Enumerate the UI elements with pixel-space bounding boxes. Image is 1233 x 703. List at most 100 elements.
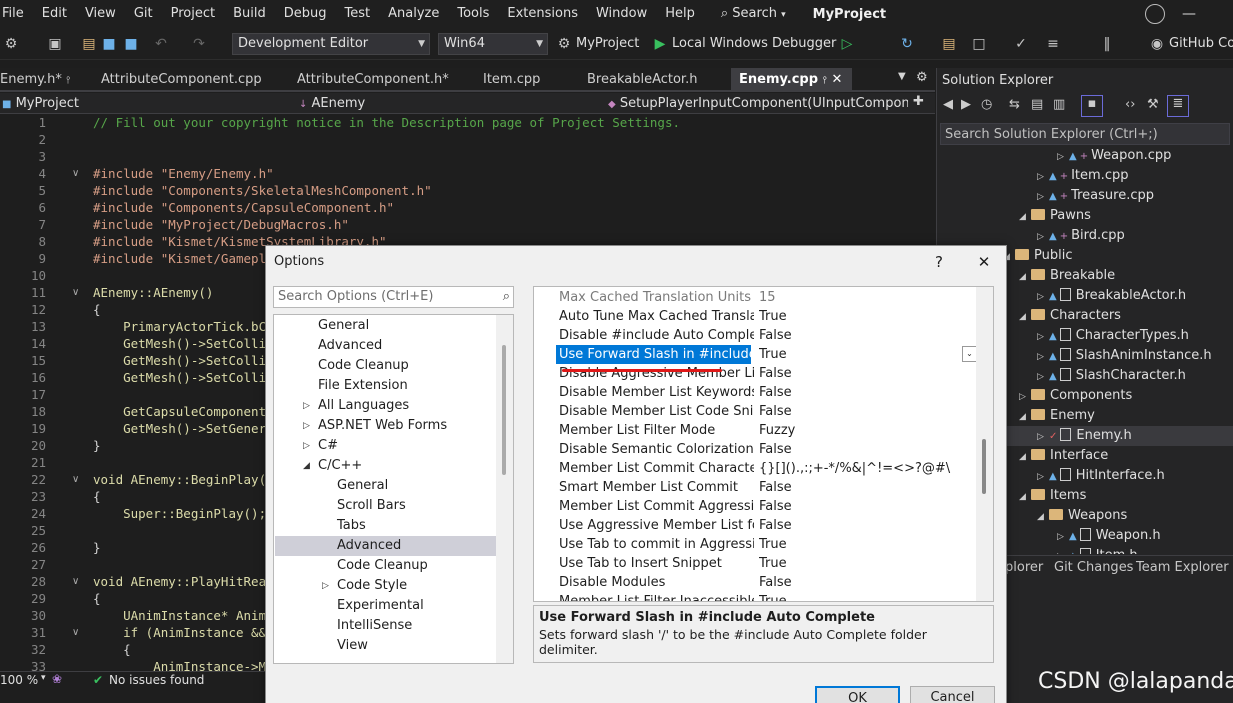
code-line[interactable]: UAnimInstance* Anim (93, 608, 266, 623)
expand-icon[interactable]: ▷ (1037, 467, 1049, 487)
code-line[interactable]: if (AnimInstance && (93, 625, 266, 640)
wrench-icon[interactable]: ⚒ (1147, 97, 1159, 112)
options-tree-item[interactable]: View (275, 636, 496, 656)
options-tree-item[interactable]: Experimental (275, 596, 496, 616)
save-all-icon[interactable]: ■ (122, 35, 140, 53)
grid-scrollbar[interactable] (976, 287, 993, 601)
collapse-icon[interactable]: ◢ (1019, 307, 1031, 327)
help-button[interactable]: ? (927, 250, 951, 274)
code-line[interactable]: #include "Kismet/Gamepl (93, 251, 266, 266)
member-dropdown[interactable]: ◆ SetupPlayerInputComponent(UInputCompon… (608, 93, 908, 114)
property-row[interactable]: Member List Commit Aggressive False (534, 497, 977, 516)
bracket-icon[interactable]: ‖ (1098, 35, 1116, 53)
menu-git[interactable]: Git (125, 0, 162, 28)
expand-icon[interactable]: ▷ (303, 436, 310, 456)
tab-team-explorer[interactable]: Team Explorer (1136, 556, 1229, 580)
options-tree-item[interactable]: ▷ Code Style (275, 576, 496, 596)
menu-help[interactable]: Help (656, 0, 704, 28)
filter-icon[interactable]: ▪ (1081, 95, 1103, 117)
fold-toggle-icon[interactable]: ∨ (72, 168, 79, 179)
property-row[interactable]: Disable Modules False (534, 573, 977, 592)
forward-icon[interactable]: ▶ (961, 97, 971, 112)
code-line[interactable]: void AEnemy::PlayHitRea (93, 574, 266, 589)
pin-icon[interactable]: ⫯ (66, 75, 70, 86)
redo-icon[interactable]: ↷ (190, 35, 208, 53)
options-tree-item[interactable]: File Extension (275, 376, 496, 396)
code-line[interactable]: // Fill out your copyright notice in the… (93, 115, 680, 130)
code-line[interactable]: #include "Components/SkeletalMeshCompone… (93, 183, 432, 198)
code-line[interactable]: #include "Components/CapsuleComponent.h" (93, 200, 394, 215)
tab-attributecomponent-h[interactable]: AttributeComponent.h* (289, 68, 457, 92)
back-icon[interactable]: ◀ (943, 97, 953, 112)
menu-project[interactable]: Project (162, 0, 224, 28)
project-dropdown[interactable]: ■ MyProject (2, 93, 292, 114)
expand-icon[interactable]: ▷ (1037, 327, 1049, 347)
options-tree-item[interactable]: Tabs (275, 516, 496, 536)
property-row[interactable]: Disable Member List Keywords False (534, 383, 977, 402)
tree-scrollbar[interactable] (496, 315, 513, 663)
property-row[interactable]: Disable Semantic Colorization False (534, 440, 977, 459)
collapse-icon[interactable]: ◢ (1019, 267, 1031, 287)
property-value[interactable]: False (759, 326, 969, 345)
tab-enemy-cpp[interactable]: Enemy.cpp ⫯ ✕ (731, 68, 852, 92)
play-icon[interactable]: ▶ (651, 35, 669, 53)
fold-toggle-icon[interactable]: ∨ (72, 474, 79, 485)
undo-icon[interactable]: ↶ (152, 35, 170, 53)
property-value[interactable]: True (759, 554, 969, 573)
tree-item[interactable]: ▷ ▲ + Weapon.cpp (937, 146, 1233, 166)
expand-icon[interactable]: ▷ (1019, 387, 1031, 407)
options-tree-item[interactable]: Scroll Bars (275, 496, 496, 516)
tab-breakableactor-h[interactable]: BreakableActor.h (579, 68, 705, 92)
property-row[interactable]: Disable Aggressive Member List False (534, 364, 977, 383)
code-line[interactable]: GetMesh()->SetColli (93, 336, 266, 351)
menu-extensions[interactable]: Extensions (498, 0, 587, 28)
property-row[interactable]: Disable #include Auto Complete False (534, 326, 977, 345)
menu-search[interactable]: ⌕ Search ▾ (712, 0, 795, 29)
options-tree-item[interactable]: ▷ ASP.NET Web Forms (275, 416, 496, 436)
collapse-icon[interactable]: ◢ (1019, 207, 1031, 227)
property-value[interactable]: False (759, 478, 969, 497)
property-value[interactable]: True (759, 307, 969, 326)
tab-solution-explorer[interactable]: plorer (1005, 556, 1043, 580)
menu-edit[interactable]: Edit (33, 0, 76, 28)
menu-window[interactable]: Window (587, 0, 656, 28)
ok-button[interactable]: OK (815, 686, 900, 703)
solution-search-input[interactable]: Search Solution Explorer (Ctrl+;) (940, 123, 1230, 145)
expand-icon[interactable]: ▷ (303, 396, 310, 416)
tree-item[interactable]: ▷ ▲ + Treasure.cpp (937, 186, 1233, 206)
code-line[interactable]: GetMesh()->SetGener (93, 421, 266, 436)
expand-icon[interactable]: ▷ (1037, 167, 1049, 187)
code-line[interactable]: void AEnemy::BeginPlay( (93, 472, 266, 487)
settings-icon[interactable]: ⚙ (2, 35, 20, 53)
expand-icon[interactable]: ▷ (1037, 227, 1049, 247)
new-project-icon[interactable]: ▣ (46, 35, 64, 53)
options-tree-item[interactable]: Advanced (275, 336, 496, 356)
options-tree-item[interactable]: Code Cleanup (275, 356, 496, 376)
value-dropdown-button[interactable]: ⌄ (962, 346, 977, 362)
folder-icon[interactable]: ▤ (940, 35, 958, 53)
collapse-icon[interactable]: ◢ (1019, 447, 1031, 467)
copilot-icon[interactable]: ❀ (52, 672, 62, 686)
options-tree-item[interactable]: General (275, 316, 496, 336)
start-debugging-button[interactable]: Local Windows Debugger (672, 33, 836, 55)
account-icon[interactable] (1145, 4, 1165, 24)
collapse-icon[interactable]: ◢ (1037, 507, 1049, 527)
property-value[interactable]: False (759, 364, 969, 383)
menu-debug[interactable]: Debug (275, 0, 336, 28)
menu-tools[interactable]: Tools (448, 0, 498, 28)
code-line[interactable]: { (93, 302, 101, 317)
github-copilot-button[interactable]: GitHub Cop (1169, 33, 1233, 55)
spellcheck-icon[interactable]: ✓ (1012, 35, 1030, 53)
code-line[interactable]: { (93, 489, 101, 504)
expand-icon[interactable]: ▷ (1037, 427, 1049, 447)
options-tree-item[interactable]: General (275, 476, 496, 496)
options-tree-item[interactable]: ▷ All Languages (275, 396, 496, 416)
tab-git-changes[interactable]: Git Changes (1054, 556, 1133, 580)
expand-icon[interactable]: ▷ (1057, 527, 1069, 547)
align-icon[interactable]: ≡ (1044, 35, 1062, 53)
code-line[interactable]: } (93, 540, 101, 555)
collapse-icon[interactable]: ◢ (1019, 407, 1031, 427)
layout-icon[interactable]: □ (970, 35, 988, 53)
options-tree-item[interactable]: ▷ C# (275, 436, 496, 456)
menu-build[interactable]: Build (224, 0, 275, 28)
